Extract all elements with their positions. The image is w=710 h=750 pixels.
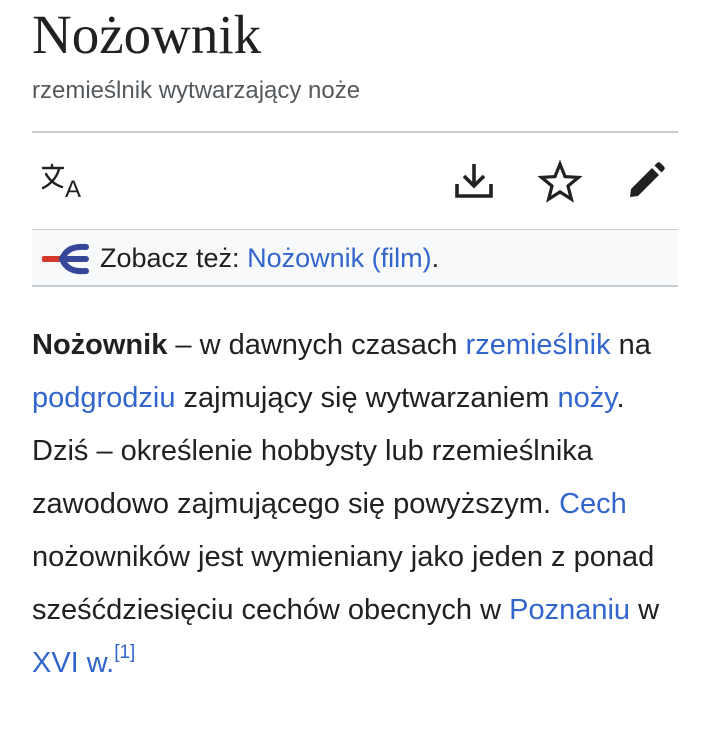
svg-text:A: A (65, 176, 81, 203)
link-cech[interactable]: Cech (559, 488, 627, 520)
lead-paragraph: Nożownik – w dawnych czasach rzemieślnik… (32, 319, 678, 690)
title-divider (32, 131, 678, 133)
page-title: Nożownik (32, 4, 262, 65)
citation-link[interactable]: [1] (114, 642, 135, 663)
hatnote: Zobacz też: Nożownik (film). (32, 229, 678, 287)
link-rzemieslnik[interactable]: rzemieślnik (466, 329, 611, 361)
text-segment: na (610, 329, 651, 361)
language-icon[interactable]: A (40, 163, 84, 203)
bold-term: Nożownik (32, 329, 168, 361)
link-poznan[interactable]: Poznaniu (509, 594, 630, 626)
hatnote-text: Zobacz też: Nożownik (film). (100, 241, 439, 275)
article-body: Nożownik – w dawnych czasach rzemieślnik… (32, 319, 678, 690)
link-xvi-wiek[interactable]: XVI w. (32, 647, 114, 679)
download-icon[interactable] (453, 160, 495, 202)
disambiguation-icon (41, 243, 92, 275)
link-noze[interactable]: noży (557, 382, 616, 414)
text-segment: zajmujący się wytwarzaniem (175, 382, 558, 414)
article-page: Nożownik rzemieślnik wytwarzający noże A (0, 0, 710, 750)
star-icon[interactable] (538, 160, 582, 204)
text-segment: – w dawnych czasach (167, 329, 466, 361)
hatnote-link[interactable]: Nożownik (film) (247, 243, 432, 273)
page-description: rzemieślnik wytwarzający noże (32, 77, 361, 104)
hatnote-suffix: . (431, 243, 440, 273)
hatnote-prefix: Zobacz też: (100, 243, 240, 273)
text-segment: w (630, 594, 660, 626)
link-podgrodzie[interactable]: podgrodziu (32, 382, 176, 414)
edit-icon[interactable] (625, 160, 667, 202)
